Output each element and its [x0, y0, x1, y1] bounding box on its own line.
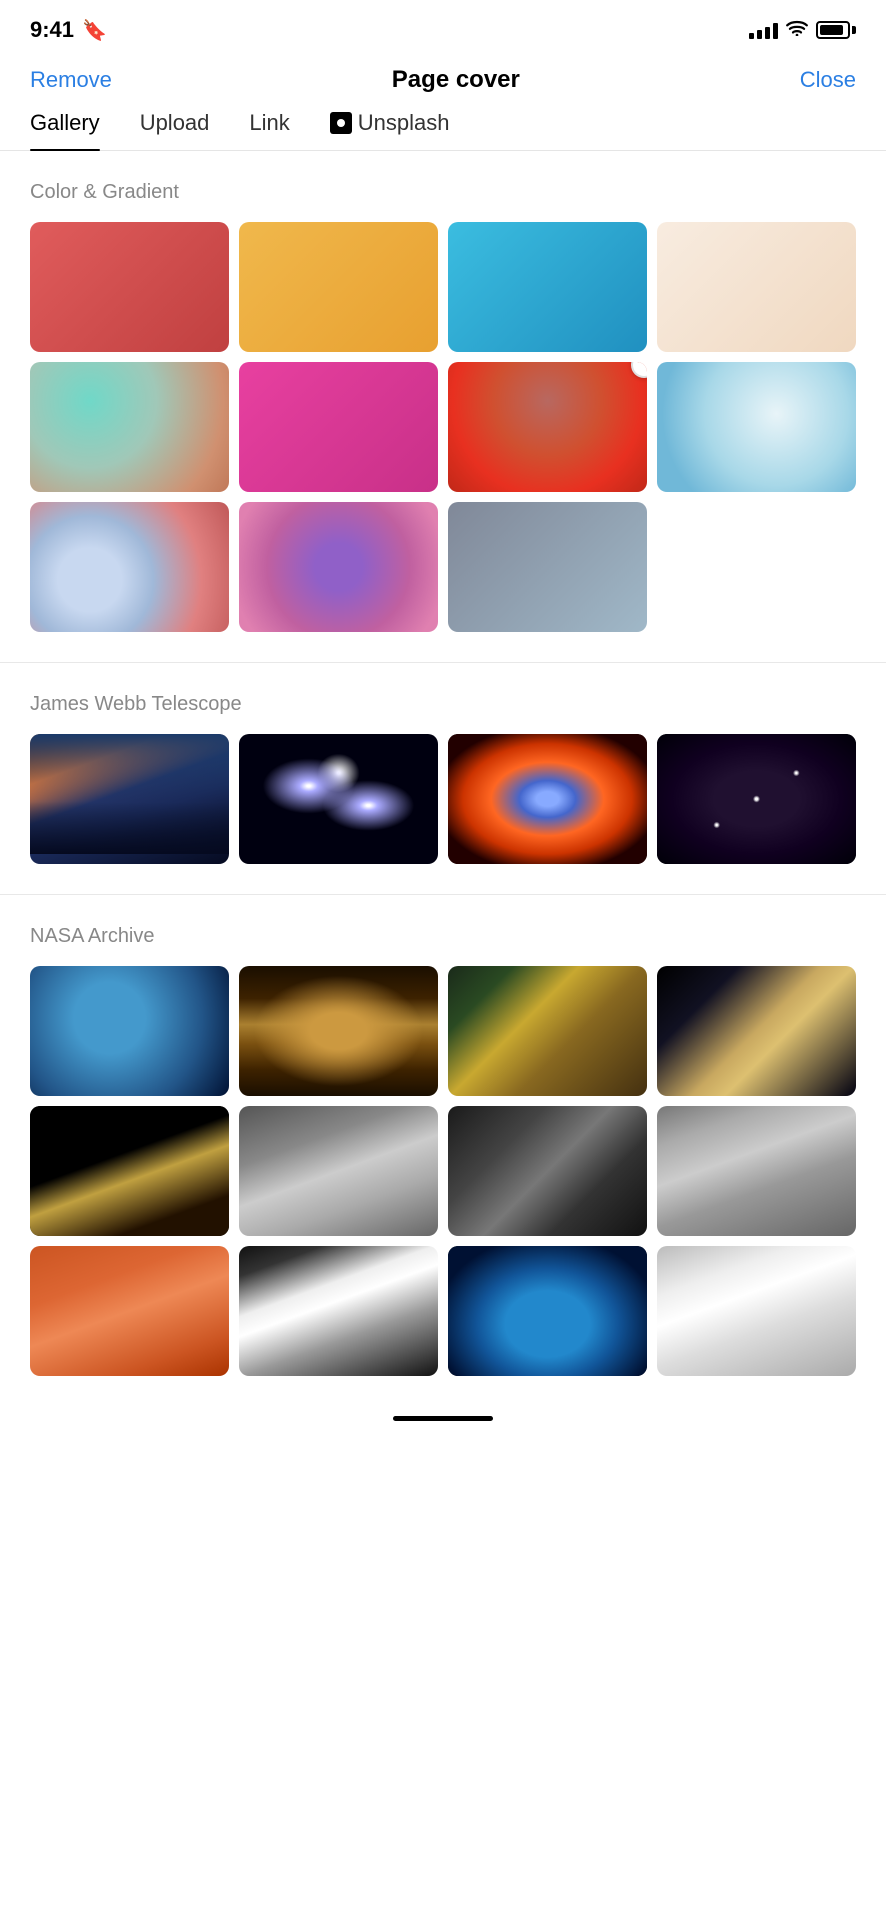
color-tile-blue[interactable] [448, 222, 647, 352]
color-gradient-header: Color & Gradient [0, 151, 886, 222]
james-webb-header: James Webb Telescope [0, 663, 886, 734]
nasa-tile-earth[interactable] [30, 966, 229, 1096]
close-button[interactable]: Close [800, 67, 856, 93]
nasa-tile-earth2[interactable] [448, 1246, 647, 1376]
nasa-tile-telescope[interactable] [448, 966, 647, 1096]
jwst-tile-4[interactable] [657, 734, 856, 864]
status-bar: 9:41 🔖 [0, 0, 886, 56]
color-tile-red-orange[interactable] [448, 362, 647, 492]
unsplash-icon [330, 112, 352, 134]
color-tile-yellow[interactable] [239, 222, 438, 352]
color-tile-peach[interactable] [657, 222, 856, 352]
tab-link[interactable]: Link [249, 110, 289, 150]
nasa-tile-mars[interactable] [30, 1246, 229, 1376]
color-tile-purple-pink[interactable] [239, 502, 438, 632]
nasa-tile-control[interactable] [448, 1106, 647, 1236]
tab-upload[interactable]: Upload [140, 110, 210, 150]
nasa-tile-engine[interactable] [239, 966, 438, 1096]
tab-unsplash[interactable]: Unsplash [330, 110, 450, 150]
status-icons [749, 20, 856, 41]
bookmark-icon: 🔖 [82, 18, 107, 43]
nasa-tile-flyer[interactable] [657, 1106, 856, 1236]
color-tile-red[interactable] [30, 222, 229, 352]
jwst-tile-1[interactable] [30, 734, 229, 864]
tab-gallery[interactable]: Gallery [30, 110, 100, 150]
nasa-tile-spacewalk[interactable] [657, 966, 856, 1096]
tab-bar: Gallery Upload Link Unsplash [0, 110, 886, 151]
james-webb-grid [0, 734, 886, 864]
nasa-tile-shuttle[interactable] [657, 1246, 856, 1376]
home-indicator-area [0, 1376, 886, 1441]
wifi-icon [786, 20, 808, 41]
signal-bars-icon [749, 21, 778, 39]
jwst-tile-2[interactable] [239, 734, 438, 864]
color-tile-gray-blue[interactable] [448, 502, 647, 632]
color-tile-light-blue[interactable] [657, 362, 856, 492]
color-gradient-grid [0, 222, 886, 632]
nasa-archive-grid [0, 966, 886, 1376]
color-tile-blue-red[interactable] [30, 502, 229, 632]
color-tile-magenta[interactable] [239, 362, 438, 492]
nasa-archive-header: NASA Archive [0, 895, 886, 966]
status-time: 9:41 [30, 17, 74, 43]
nasa-tile-lander[interactable] [30, 1106, 229, 1236]
jwst-tile-3[interactable] [448, 734, 647, 864]
selected-indicator [631, 362, 647, 378]
home-indicator [393, 1416, 493, 1421]
remove-button[interactable]: Remove [30, 67, 112, 93]
battery-icon [816, 21, 856, 39]
nasa-tile-launch[interactable] [239, 1246, 438, 1376]
nasa-tile-moonwalk[interactable] [239, 1106, 438, 1236]
nav-bar: Remove Page cover Close [0, 56, 886, 110]
page-title: Page cover [392, 66, 520, 94]
color-tile-teal-red[interactable] [30, 362, 229, 492]
